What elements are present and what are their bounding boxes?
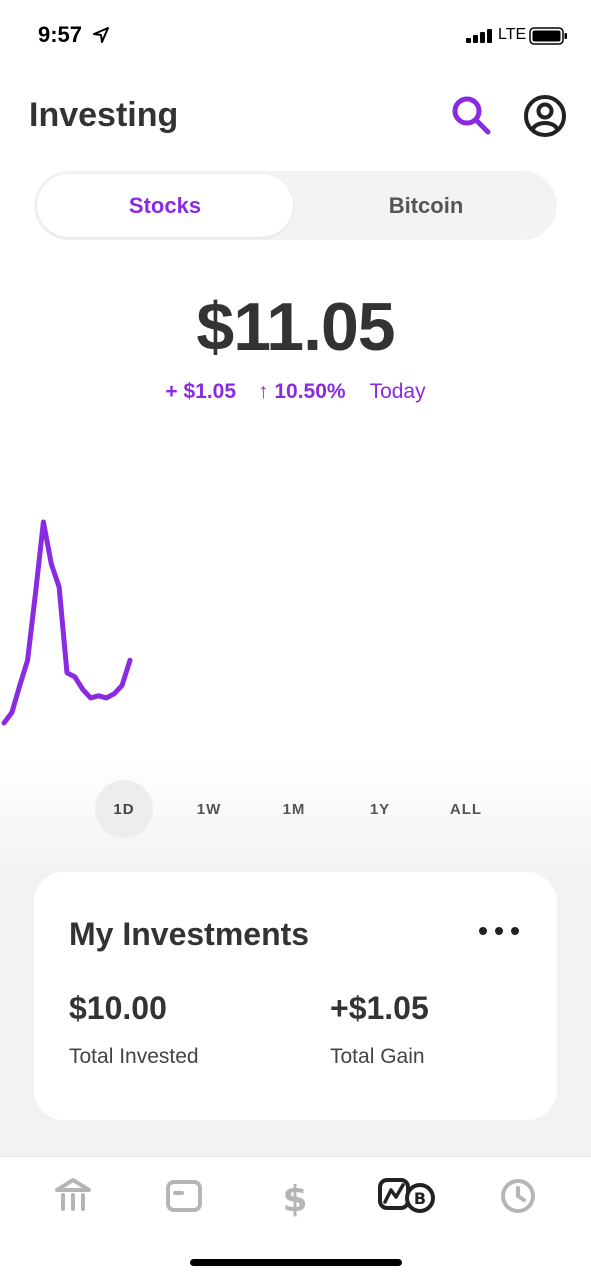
range-all[interactable]: ALL — [437, 780, 495, 838]
change-amount: + $1.05 — [165, 380, 237, 403]
range-1d[interactable]: 1D — [95, 780, 153, 838]
status-time: 9:57 — [38, 22, 83, 47]
range-1y[interactable]: 1Y — [351, 780, 409, 838]
profile-icon[interactable] — [523, 94, 567, 138]
range-1w[interactable]: 1W — [180, 780, 238, 838]
time-range-selector: 1D 1W 1M 1Y ALL — [0, 780, 591, 838]
status-bar: 9:57 LTE — [0, 0, 591, 70]
cellular-signal-icon — [466, 29, 492, 43]
total-gain-label: Total Gain — [330, 1045, 425, 1068]
asset-type-tabs: Stocks Bitcoin — [34, 171, 557, 240]
home-indicator — [190, 1259, 402, 1266]
location-arrow-icon — [93, 27, 109, 43]
range-1m[interactable]: 1M — [265, 780, 323, 838]
card-title: My Investments — [69, 916, 310, 952]
page-title: Investing — [29, 96, 179, 134]
svg-text:B: B — [414, 1189, 426, 1208]
more-options-icon[interactable] — [474, 918, 524, 944]
tab-stocks[interactable]: Stocks — [37, 174, 293, 237]
card-icon[interactable] — [154, 1174, 214, 1218]
svg-text:$: $ — [282, 1179, 307, 1218]
investments-card[interactable]: My Investments $10.00 Total Invested +$1… — [34, 872, 557, 1120]
chart-line — [1, 519, 133, 726]
performance-chart[interactable] — [0, 420, 591, 760]
total-gain-value: +$1.05 — [330, 990, 429, 1026]
total-invested-label: Total Invested — [69, 1045, 199, 1068]
tab-bitcoin[interactable]: Bitcoin — [298, 174, 554, 237]
portfolio-change: + $1.05 ↑ 10.50% Today — [0, 380, 591, 404]
battery-icon — [529, 27, 567, 45]
bank-icon[interactable] — [43, 1174, 103, 1218]
network-type: LTE — [498, 26, 527, 43]
search-icon[interactable] — [450, 94, 492, 136]
dollar-icon[interactable]: $ — [265, 1174, 325, 1218]
change-period: Today — [369, 380, 426, 403]
portfolio-balance: $11.05 — [196, 289, 395, 365]
investing-icon[interactable]: B — [376, 1174, 438, 1218]
total-invested-value: $10.00 — [69, 990, 167, 1026]
activity-clock-icon[interactable] — [488, 1174, 548, 1218]
change-percent: ↑ 10.50% — [258, 380, 346, 403]
